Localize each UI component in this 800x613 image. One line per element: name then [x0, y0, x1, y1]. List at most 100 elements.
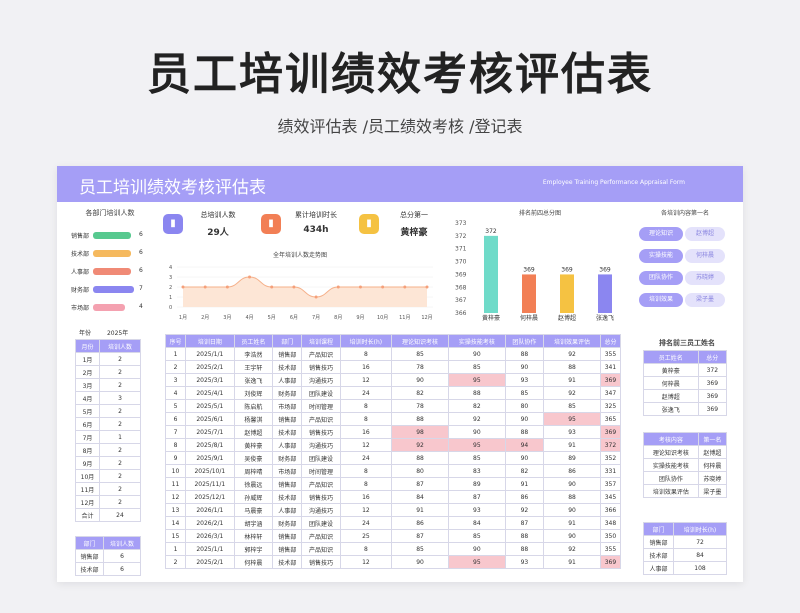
year-label: 年份	[79, 330, 92, 337]
table-row: 6 2025/6/1 杨馨淇 销售部 产品知识 8 88 92 90 95 365	[165, 412, 622, 426]
dept-hours-table: 部门 培训时长(h) 销售部 72 技术部 84 人事部 108	[642, 522, 727, 575]
content-winner-pill: 何梓晨	[685, 249, 725, 263]
table-cell: 7	[165, 425, 186, 439]
table-cell: 2025/12/1	[184, 490, 235, 504]
table-row: 张逸飞 369	[643, 402, 728, 416]
table-cell: 8	[339, 347, 393, 361]
table-cell: 80	[391, 464, 449, 478]
y-tick-label: 367	[455, 297, 467, 304]
table-cell: 89	[447, 477, 506, 491]
x-tick-label: 6月	[290, 315, 298, 321]
table-cell: 12	[339, 373, 393, 387]
dept-item-bar	[93, 286, 134, 293]
content-label-pill: 实操技能	[639, 249, 683, 263]
table-cell: 85	[447, 451, 506, 465]
bar	[598, 274, 612, 313]
table-row: 4 2025/4/1 刘俊辉 财务部 团队建设 24 82 88 85 92 347	[165, 386, 622, 400]
table-cell: 93	[543, 425, 601, 439]
table-cell: 2	[98, 482, 142, 496]
table-cell: 1	[165, 347, 186, 361]
content-winner-item: 团队协作 苏晓婷	[635, 269, 735, 291]
table-cell: 92	[504, 503, 545, 517]
table-cell: 人事部	[272, 438, 303, 452]
table-cell: 90	[447, 347, 506, 361]
column-header: 团队协作	[504, 334, 545, 348]
table-cell: 85	[391, 542, 449, 556]
content-winner-title: 各培训内容第一名	[660, 210, 709, 217]
table-cell: 24	[339, 451, 393, 465]
table-cell: 沟通技巧	[301, 438, 341, 452]
table-cell: 92	[391, 438, 449, 452]
table-row: 何梓晨 369	[643, 376, 728, 390]
table-cell: 85	[447, 360, 506, 374]
table-cell: 10	[165, 464, 186, 478]
table-row: 7 2025/7/1 赵博超 技术部 销售技巧 16 98 90 88 93 369	[165, 425, 622, 439]
table-cell: 吴俊豪	[233, 451, 274, 465]
table-cell: 杨馨淇	[233, 412, 274, 426]
table-cell: 16	[339, 425, 393, 439]
table-cell: 实操技能考核	[643, 458, 699, 472]
line-point	[270, 285, 274, 289]
table-cell: 345	[599, 490, 622, 504]
header-row: 序号 培训日期 员工姓名 部门 培训课程 培训时长(h) 理论知识考核 实操技能考核 团队协作培…	[165, 334, 622, 348]
table-row: 2月 2	[75, 365, 142, 379]
table-cell: 88	[504, 425, 545, 439]
table-cell: 86	[391, 516, 449, 530]
table-cell: 周梓晴	[233, 464, 274, 478]
column-header: 培训人数	[103, 536, 141, 550]
table-cell: 88	[391, 451, 449, 465]
bar-value-label: 369	[523, 266, 535, 273]
dept-table: 部门 培训人数 销售部 6 技术部 6	[74, 536, 141, 576]
table-cell: 2	[98, 404, 142, 418]
table-cell: 2	[98, 456, 142, 470]
table-cell: 6	[103, 549, 141, 563]
dept-item-bar	[93, 232, 131, 239]
table-cell: 团队协作	[643, 471, 699, 485]
line-point	[203, 285, 207, 289]
kpi-label: 总培训人数	[200, 211, 236, 219]
x-tick-label: 2月	[201, 315, 209, 321]
table-cell: 孙威辉	[233, 490, 274, 504]
dept-item-bar	[93, 304, 125, 311]
x-tick-label: 8月	[334, 315, 342, 321]
table-cell: 销售技巧	[301, 490, 341, 504]
content-winner-list: 理论知识 赵博超 实操技能 何梓晨 团队协作 苏晓婷 培训效果 梁子墨	[635, 225, 735, 313]
kpi-value: 29人	[207, 228, 229, 238]
bar-chart-panel: 排名前四总分图 366 367 368 369 370 371 372 373 372 黄梓豪 36…	[449, 204, 631, 322]
table-cell: 技术部	[272, 425, 303, 439]
table-cell: 3	[98, 391, 142, 405]
table-cell: 2025/1/1	[184, 542, 235, 556]
line-point	[314, 295, 318, 299]
table-cell: 78	[391, 399, 449, 413]
table-cell: 16	[339, 490, 393, 504]
table-cell: 培训效果评估	[643, 484, 699, 498]
content-label-pill: 培训效果	[639, 293, 683, 307]
table-row: 11月 2	[75, 482, 142, 496]
table-cell: 8	[339, 399, 393, 413]
column-header: 培训日期	[184, 334, 235, 348]
hero-subtitle: 绩效评估表 /员工绩效考核 /登记表	[277, 117, 523, 136]
table-cell: 95	[447, 373, 506, 387]
table-cell: 2025/2/1	[184, 555, 235, 569]
y-tick-label: 366	[455, 310, 467, 317]
column-header: 培训时长(h)	[339, 334, 393, 348]
table-cell: 2	[98, 352, 142, 366]
column-header: 总分	[697, 350, 728, 364]
header-row: 考核内容 第一名	[643, 432, 728, 446]
table-cell: 销售技巧	[301, 360, 341, 374]
table-cell: 1月	[75, 352, 100, 366]
table-cell: 团队建设	[301, 516, 341, 530]
column-header: 理论知识考核	[391, 334, 449, 348]
table-cell: 销售部	[272, 477, 303, 491]
table-cell: 85	[504, 386, 545, 400]
column-header: 员工姓名	[643, 350, 699, 364]
table-row: 2 2025/2/1 何梓晨 技术部 销售技巧 12 90 95 93 91 369	[165, 555, 622, 569]
table-cell: 87	[391, 529, 449, 543]
table-cell: 销售部	[642, 535, 675, 549]
right-panels: 排名前三员工姓名 员工姓名 总分 黄梓豪 372 何梓晨 369 赵博超 369 张逸飞 369 …	[637, 334, 737, 582]
table-cell: 98	[391, 425, 449, 439]
table-cell: 87	[447, 490, 506, 504]
dept-panel-title: 各部门培训人数	[85, 209, 135, 217]
y-tick-label: 369	[455, 271, 467, 278]
table-cell: 产品知识	[301, 412, 341, 426]
